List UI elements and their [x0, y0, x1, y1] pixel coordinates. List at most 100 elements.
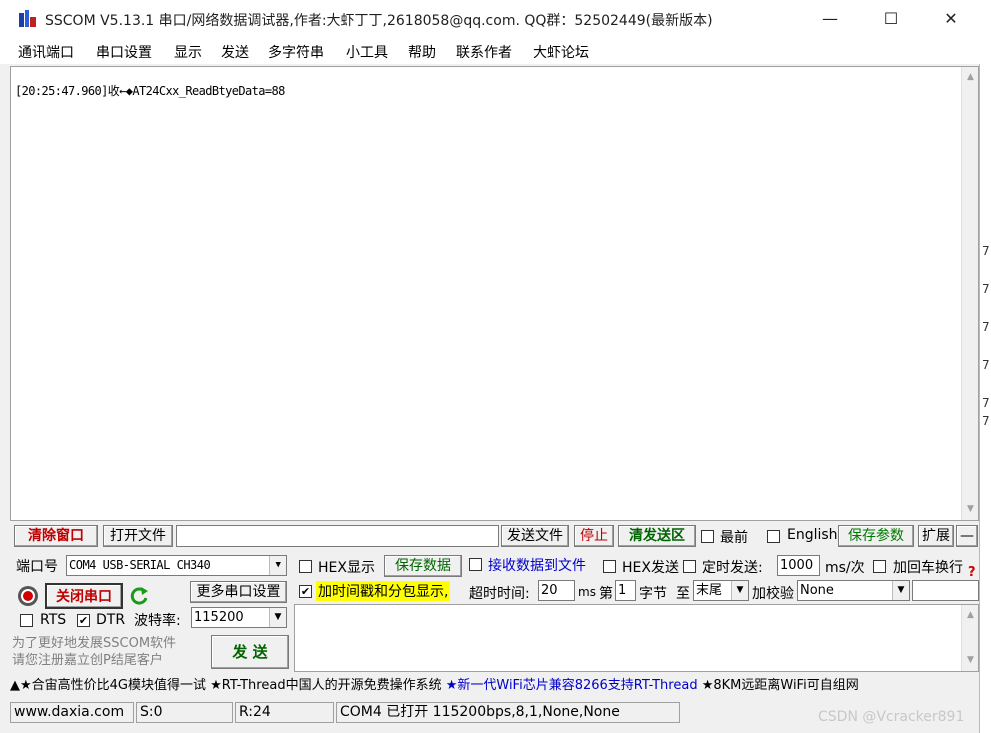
receive-area[interactable]: [20:25:47.960]收←◆AT24Cxx_ReadBtyeData=88… — [10, 66, 979, 521]
byte-prefix-label: 第 — [599, 586, 613, 602]
promo-line-1: 为了更好地发展SSCOM软件 — [12, 636, 177, 651]
byte-suffix-label: 字节 — [639, 586, 667, 602]
to-label: 至 — [676, 586, 690, 602]
menu-multi-string[interactable]: 多字符串 — [268, 42, 324, 62]
ad-ticker[interactable]: ▲★合宙高性价比4G模块值得一试 ★RT-Thread中国人的开源免费操作系统 … — [10, 674, 979, 698]
recv-to-file-label: 接收数据到文件 — [488, 558, 586, 574]
baud-select[interactable]: 115200 ▼ — [191, 607, 287, 628]
receive-line: [20:25:47.960]收←◆AT24Cxx_ReadBtyeData=88 — [15, 84, 285, 98]
maximize-button[interactable]: ☐ — [868, 0, 914, 38]
menu-display[interactable]: 显示 — [174, 42, 202, 62]
background-fragment: 7 — [982, 282, 990, 296]
timed-send-checkbox[interactable] — [683, 560, 696, 573]
refresh-icon[interactable] — [128, 585, 150, 607]
scroll-up-arrow-icon[interactable]: ▲ — [962, 69, 979, 86]
timeout-unit-label: ms — [578, 585, 596, 599]
send-scrollbar[interactable]: ▲ ▼ — [961, 605, 978, 671]
port-label: 端口号 — [16, 559, 58, 575]
receive-scrollbar[interactable]: ▲ ▼ — [961, 67, 978, 520]
checksum-label: 加校验 — [752, 586, 794, 602]
background-fragment: 7 — [982, 320, 990, 334]
promo-line-2: 请您注册嘉立创P结尾客户 — [12, 653, 163, 668]
timestamp-checkbox[interactable]: ✔ — [299, 585, 312, 598]
hex-send-checkbox[interactable] — [603, 560, 616, 573]
timed-send-label: 定时发送: — [702, 560, 763, 576]
csdn-watermark: CSDN @Vcracker891 — [818, 709, 965, 725]
save-params-button[interactable]: 保存参数 — [838, 525, 914, 547]
save-data-button[interactable]: 保存数据 — [384, 555, 462, 577]
menu-help[interactable]: 帮助 — [408, 42, 436, 62]
background-fragment: 7 — [982, 396, 990, 410]
rts-label: RTS — [40, 612, 67, 628]
status-sent-count: S:0 — [136, 702, 233, 723]
chevron-down-icon[interactable]: ▼ — [731, 581, 748, 600]
topmost-checkbox[interactable] — [701, 530, 714, 543]
menu-contact-author[interactable]: 联系作者 — [456, 42, 512, 62]
baud-label: 波特率: — [134, 613, 181, 629]
byte-end-value: 末尾 — [696, 583, 723, 598]
port-status-led-icon — [18, 586, 38, 606]
menu-tools[interactable]: 小工具 — [346, 42, 388, 62]
english-label: English — [787, 527, 838, 543]
scroll-down-arrow-icon[interactable]: ▼ — [962, 501, 979, 518]
minimize-button[interactable]: — — [807, 0, 853, 38]
timed-unit-label: ms/次 — [825, 560, 865, 576]
recv-to-file-checkbox[interactable] — [469, 558, 482, 571]
send-button[interactable]: 发 送 — [211, 635, 289, 669]
background-fragment: 7 — [982, 358, 990, 372]
dtr-label: DTR — [96, 612, 126, 628]
byte-start-input[interactable]: 1 — [615, 580, 636, 601]
status-port-info: COM4 已打开 115200bps,8,1,None,None — [336, 702, 680, 723]
add-crlf-label: 加回车换行 — [893, 560, 963, 576]
baud-select-value: 115200 — [194, 610, 244, 625]
timestamp-label: 加时间戳和分包显示, — [316, 581, 451, 601]
ticker-segment-2: ★新一代WiFi芯片兼容8266支持RT-Thread — [445, 678, 702, 693]
close-port-button[interactable]: 关闭串口 — [45, 583, 123, 609]
clear-window-button[interactable]: 清除窗口 — [14, 525, 98, 547]
timed-interval-input[interactable]: 1000 — [777, 555, 820, 576]
scroll-down-arrow-icon[interactable]: ▼ — [962, 652, 979, 669]
topmost-label: 最前 — [720, 530, 748, 546]
menu-serial-settings[interactable]: 串口设置 — [96, 42, 152, 62]
checksum-select[interactable]: None ▼ — [797, 580, 910, 601]
more-serial-settings-button[interactable]: 更多串口设置 — [190, 581, 287, 603]
rts-checkbox[interactable] — [20, 614, 33, 627]
status-website[interactable]: www.daxia.com — [10, 702, 134, 723]
ticker-segment-3: ★8KM远距离WiFi可自组网 — [701, 678, 859, 693]
english-checkbox[interactable] — [767, 530, 780, 543]
window-title: SSCOM V5.13.1 串口/网络数据调试器,作者:大虾丁丁,2618058… — [45, 13, 713, 29]
chevron-down-icon[interactable]: ▼ — [269, 608, 286, 627]
open-file-button[interactable]: 打开文件 — [103, 525, 173, 547]
scroll-up-arrow-icon[interactable]: ▲ — [962, 607, 979, 624]
port-select[interactable]: COM4 USB-SERIAL CH340 ▼ — [66, 555, 287, 576]
background-fragment: 7 — [982, 414, 990, 428]
hex-send-label: HEX发送 — [622, 560, 679, 576]
timeout-input[interactable]: 20 — [538, 580, 575, 601]
hex-display-label: HEX显示 — [318, 560, 375, 576]
add-crlf-checkbox[interactable] — [873, 560, 886, 573]
file-path-input[interactable] — [176, 525, 499, 547]
expand-button[interactable]: 扩展 — [918, 525, 954, 547]
menu-forum[interactable]: 大虾论坛 — [533, 42, 589, 62]
ticker-segment-1: ▲★合宙高性价比4G模块值得一试 ★RT-Thread中国人的开源免费操作系统 — [10, 678, 446, 693]
stop-button[interactable]: 停止 — [574, 525, 614, 547]
close-button[interactable]: ✕ — [928, 0, 974, 38]
chevron-down-icon[interactable]: ▼ — [892, 581, 909, 600]
help-icon[interactable]: ? — [968, 565, 976, 580]
chevron-down-icon[interactable]: ▼ — [269, 556, 286, 575]
port-select-value: COM4 USB-SERIAL CH340 — [69, 558, 211, 572]
checksum-result-field — [912, 580, 979, 601]
background-fragment: 7 — [982, 244, 990, 258]
collapse-button[interactable]: — — [956, 525, 978, 547]
menu-send[interactable]: 发送 — [221, 42, 249, 62]
sscom-window: SSCOM V5.13.1 串口/网络数据调试器,作者:大虾丁丁,2618058… — [0, 0, 980, 733]
dtr-checkbox[interactable]: ✔ — [77, 614, 90, 627]
byte-end-select[interactable]: 末尾 ▼ — [693, 580, 749, 601]
menu-comm-port[interactable]: 通讯端口 — [18, 42, 74, 62]
send-text-area[interactable]: ▲ ▼ — [294, 604, 979, 672]
clear-send-button[interactable]: 清发送区 — [618, 525, 696, 547]
hex-display-checkbox[interactable] — [299, 560, 312, 573]
checksum-value: None — [800, 583, 834, 598]
timeout-label: 超时时间: — [469, 586, 530, 602]
send-file-button[interactable]: 发送文件 — [501, 525, 569, 547]
